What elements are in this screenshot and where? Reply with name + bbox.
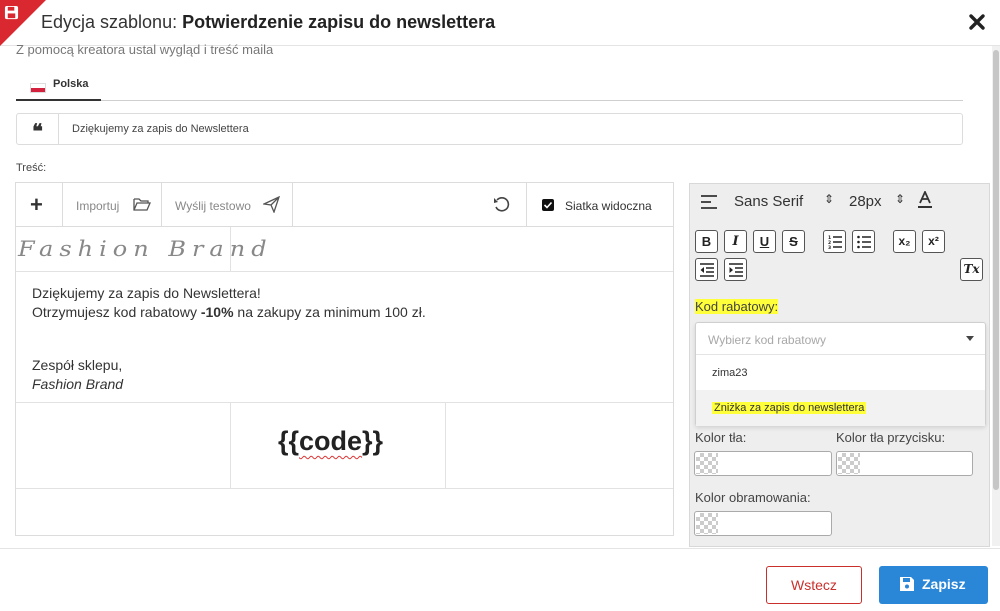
email-editor: + Importuj Wyślij testowo Siatka widoczn… <box>15 182 674 536</box>
email-text-block[interactable]: Dziękujemy za zapis do Newslettera! Otrz… <box>16 272 673 403</box>
paper-plane-icon <box>263 196 280 213</box>
modal-title: Edycja szablonu: Potwierdzenie zapisu do… <box>41 12 495 33</box>
email-signoff: Zespół sklepu, <box>32 357 123 373</box>
bullet-list-icon <box>857 235 871 249</box>
email-line-2-prefix: Otrzymujesz kod rabatowy <box>32 304 201 320</box>
bold-button[interactable]: B <box>695 230 718 253</box>
border-color-label: Kolor obramowania: <box>695 490 811 505</box>
bg-color-label: Kolor tła: <box>695 430 747 445</box>
discount-code-select[interactable]: Wybierz kod rabatowy <box>696 323 985 355</box>
discount-code-label: Kod rabatowy: <box>695 299 779 314</box>
modal-title-main: Potwierdzenie zapisu do newslettera <box>182 12 496 32</box>
discount-option[interactable]: zima23 <box>696 356 985 390</box>
discount-code-placeholder: Wybierz kod rabatowy <box>708 333 826 347</box>
modal-title-prefix: Edycja szablonu: <box>41 12 178 32</box>
cell-divider <box>230 403 231 488</box>
transparent-swatch <box>696 513 718 534</box>
code-word: code <box>299 426 363 456</box>
folder-open-icon <box>133 198 151 211</box>
send-test-button[interactable]: Wyślij testowo <box>162 183 293 227</box>
import-label: Importuj <box>76 199 120 213</box>
email-line-2-bold: -10% <box>200 304 234 320</box>
quote-icon: ❝ <box>17 114 59 144</box>
email-signature: Fashion Brand <box>32 376 124 392</box>
cell-divider <box>445 403 446 488</box>
ordered-list-icon: 1 2 3 <box>828 235 842 249</box>
outdent-icon <box>700 263 714 277</box>
discount-option[interactable]: Zniżka za zapis do newslettera <box>696 390 985 426</box>
discount-code-label-text: Kod rabatowy: <box>695 299 779 314</box>
email-line-1: Dziękujemy za zapis do Newslettera! <box>32 285 261 301</box>
modal-header: Edycja szablonu: Potwierdzenie zapisu do… <box>0 0 1000 46</box>
discount-option-label: Zniżka za zapis do newslettera <box>712 402 867 414</box>
indent-button[interactable] <box>724 258 747 281</box>
scrollbar-thumb[interactable] <box>993 50 999 490</box>
transparent-swatch <box>838 453 860 474</box>
discount-option-label: zima23 <box>712 367 748 379</box>
save-label: Zapisz <box>922 576 966 592</box>
email-logo-row: Fashion Brand <box>16 227 673 272</box>
align-left-icon[interactable] <box>701 195 717 209</box>
subject-field[interactable]: ❝ Dziękujemy za zapis do Newslettera <box>16 113 963 145</box>
font-family-chevron-icon[interactable]: ⇕ <box>824 192 834 206</box>
tab-polska[interactable]: Polska <box>16 73 101 101</box>
grid-visible-toggle[interactable]: Siatka widoczna <box>526 183 673 227</box>
font-size-select[interactable]: 28px <box>849 193 882 210</box>
italic-button[interactable]: I <box>724 230 747 253</box>
brand-logo: Fashion Brand <box>18 236 273 262</box>
plus-icon: + <box>30 192 43 217</box>
close-icon[interactable] <box>966 11 988 33</box>
poland-flag-icon <box>30 83 46 93</box>
font-size-chevron-icon[interactable]: ⇕ <box>895 192 905 206</box>
import-button[interactable]: Importuj <box>63 183 162 227</box>
checkbox-checked-icon[interactable] <box>542 199 554 211</box>
back-button[interactable]: Wstecz <box>766 566 862 604</box>
indent-icon <box>729 263 743 277</box>
tabs-divider <box>16 100 963 101</box>
code-placeholder[interactable]: {{code}} <box>278 426 383 457</box>
modal-subtitle: Z pomocą kreatora ustal wygląd i treść m… <box>16 42 274 57</box>
save-disk-icon <box>4 5 19 20</box>
code-close: }} <box>362 426 384 456</box>
font-family-select[interactable]: Sans Serif <box>734 193 803 210</box>
grid-visible-label: Siatka widoczna <box>565 199 652 213</box>
subscript-button[interactable]: x₂ <box>893 230 916 253</box>
undo-icon[interactable] <box>493 196 511 214</box>
email-line-2-suffix: na zakupy za minimum 100 zł. <box>233 304 426 320</box>
code-open: {{ <box>278 426 300 456</box>
svg-text:3: 3 <box>828 245 831 249</box>
text-color-icon[interactable] <box>918 191 932 209</box>
floppy-disk-icon <box>900 577 914 591</box>
transparent-swatch <box>696 453 718 474</box>
bullet-list-button[interactable] <box>852 230 875 253</box>
button-bg-color-label: Kolor tła przycisku: <box>836 430 946 445</box>
bg-color-input[interactable] <box>694 451 832 476</box>
discount-code-dropdown[interactable]: Wybierz kod rabatowy zima23 Zniżka za za… <box>695 322 986 426</box>
clear-format-button[interactable]: Tx <box>960 258 983 281</box>
email-code-row: {{code}} <box>16 403 673 489</box>
caret-down-icon <box>966 336 974 341</box>
email-line-2: Otrzymujesz kod rabatowy -10% na zakupy … <box>32 304 426 320</box>
ordered-list-button[interactable]: 1 2 3 <box>823 230 846 253</box>
superscript-button[interactable]: x² <box>922 230 945 253</box>
button-bg-color-input[interactable] <box>836 451 973 476</box>
border-color-input[interactable] <box>694 511 832 536</box>
tab-label: Polska <box>53 78 89 90</box>
editor-toolbar: + Importuj Wyślij testowo Siatka widoczn… <box>16 183 673 227</box>
content-label: Treść: <box>16 162 47 174</box>
strikethrough-button[interactable]: S <box>782 230 805 253</box>
send-test-label: Wyślij testowo <box>175 199 251 213</box>
add-block-button[interactable]: + <box>16 183 63 227</box>
outdent-button[interactable] <box>695 258 718 281</box>
save-button[interactable]: Zapisz <box>879 566 988 604</box>
subject-value[interactable]: Dziękujemy za zapis do Newslettera <box>72 123 249 135</box>
underline-button[interactable]: U <box>753 230 776 253</box>
